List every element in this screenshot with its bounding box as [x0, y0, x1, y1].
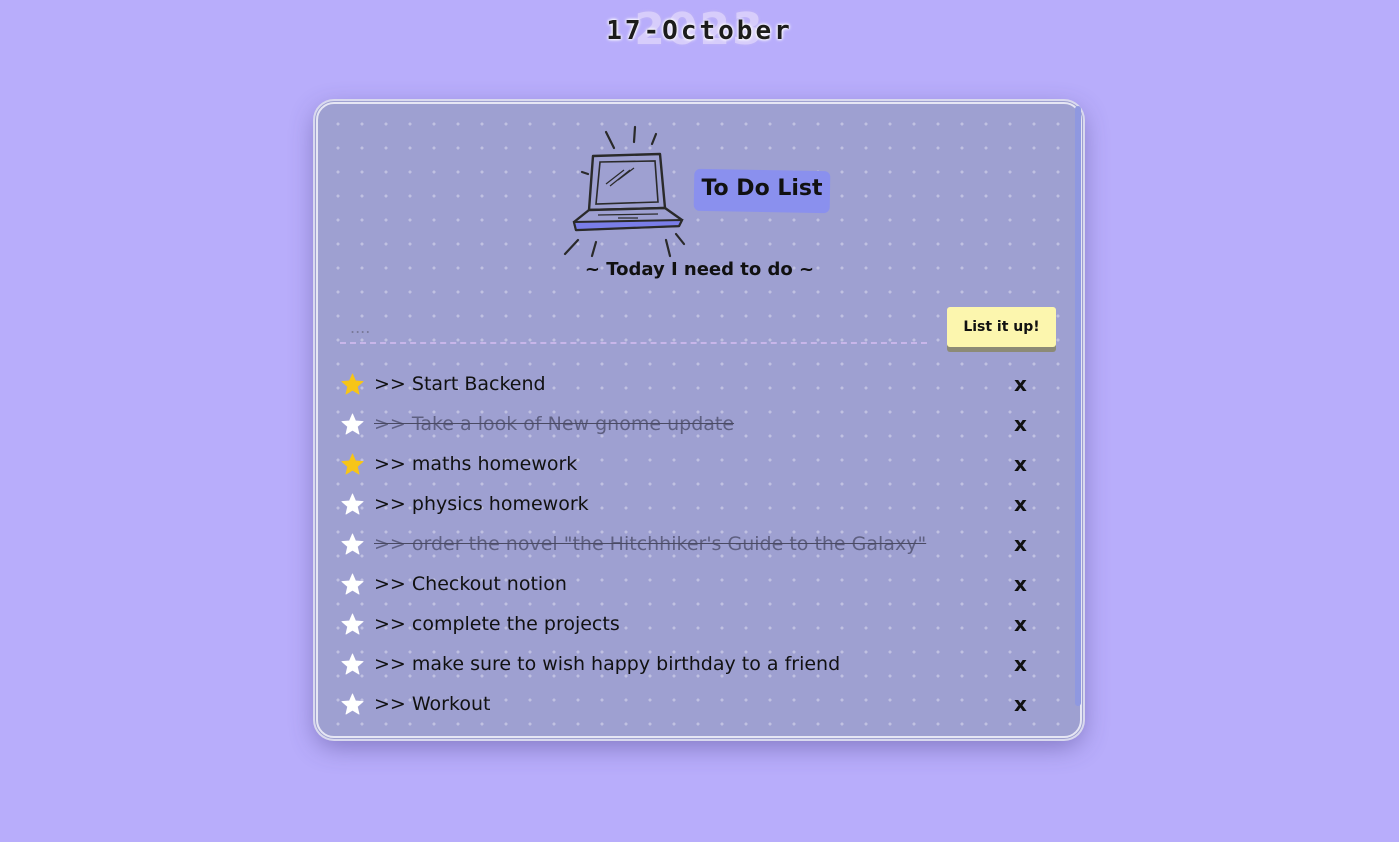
todo-text[interactable]: >> Start Backend: [374, 373, 546, 395]
todo-text[interactable]: >> Checkout notion: [374, 573, 567, 595]
delete-icon[interactable]: x: [1014, 572, 1027, 596]
delete-icon[interactable]: x: [1014, 692, 1027, 716]
star-outline-icon[interactable]: [340, 532, 365, 557]
todo-item: >> Take a look of New gnome update x: [338, 406, 1038, 446]
card-title: To Do List: [701, 176, 823, 201]
delete-icon[interactable]: x: [1014, 412, 1027, 436]
todo-item: >> physics homework x: [338, 486, 1038, 526]
delete-icon[interactable]: x: [1014, 452, 1027, 476]
star-outline-icon[interactable]: [340, 492, 365, 517]
todo-text[interactable]: >> Take a look of New gnome update: [374, 413, 734, 435]
todo-item: >> maths homework x: [338, 446, 1038, 486]
todo-item: >> make sure to wish happy birthday to a…: [338, 646, 1038, 686]
todo-item: >> Start Backend x: [338, 366, 1038, 406]
star-outline-icon[interactable]: [340, 692, 365, 717]
card-subtitle: ~ Today I need to do ~: [584, 259, 815, 280]
star-outline-icon[interactable]: [340, 572, 365, 597]
todo-item: >> Checkout notion x: [338, 566, 1038, 606]
date-header: 2023 17-October: [0, 0, 1399, 60]
delete-icon[interactable]: x: [1014, 492, 1027, 516]
date-text: 17-October: [606, 16, 793, 46]
todo-text[interactable]: >> physics homework: [374, 493, 589, 515]
card-scrollbar[interactable]: [1075, 106, 1081, 706]
todo-item: >> Workout x: [338, 686, 1038, 726]
todo-text[interactable]: >> complete the projects: [374, 613, 620, 635]
star-outline-icon[interactable]: [340, 612, 365, 637]
todo-text[interactable]: >> maths homework: [374, 453, 577, 475]
delete-icon[interactable]: x: [1014, 372, 1027, 396]
todo-text[interactable]: >> order the novel "the Hitchhiker's Gui…: [374, 533, 926, 555]
star-outline-icon[interactable]: [340, 412, 365, 437]
delete-icon[interactable]: x: [1014, 612, 1027, 636]
task-input[interactable]: [340, 312, 927, 344]
todo-list: >> Start Backend x >> Take a look of New g…: [338, 366, 1038, 726]
star-filled-icon[interactable]: [340, 372, 365, 397]
todo-text[interactable]: >> make sure to wish happy birthday to a…: [374, 653, 840, 675]
todo-item: >> complete the projects x: [338, 606, 1038, 646]
add-task-button[interactable]: List it up!: [947, 307, 1056, 347]
todo-text[interactable]: >> Workout: [374, 693, 490, 715]
delete-icon[interactable]: x: [1014, 532, 1027, 556]
star-filled-icon[interactable]: [340, 452, 365, 477]
todo-item: >> order the novel "the Hitchhiker's Gui…: [338, 526, 1038, 566]
laptop-icon: [563, 125, 686, 258]
delete-icon[interactable]: x: [1014, 652, 1027, 676]
star-outline-icon[interactable]: [340, 652, 365, 677]
